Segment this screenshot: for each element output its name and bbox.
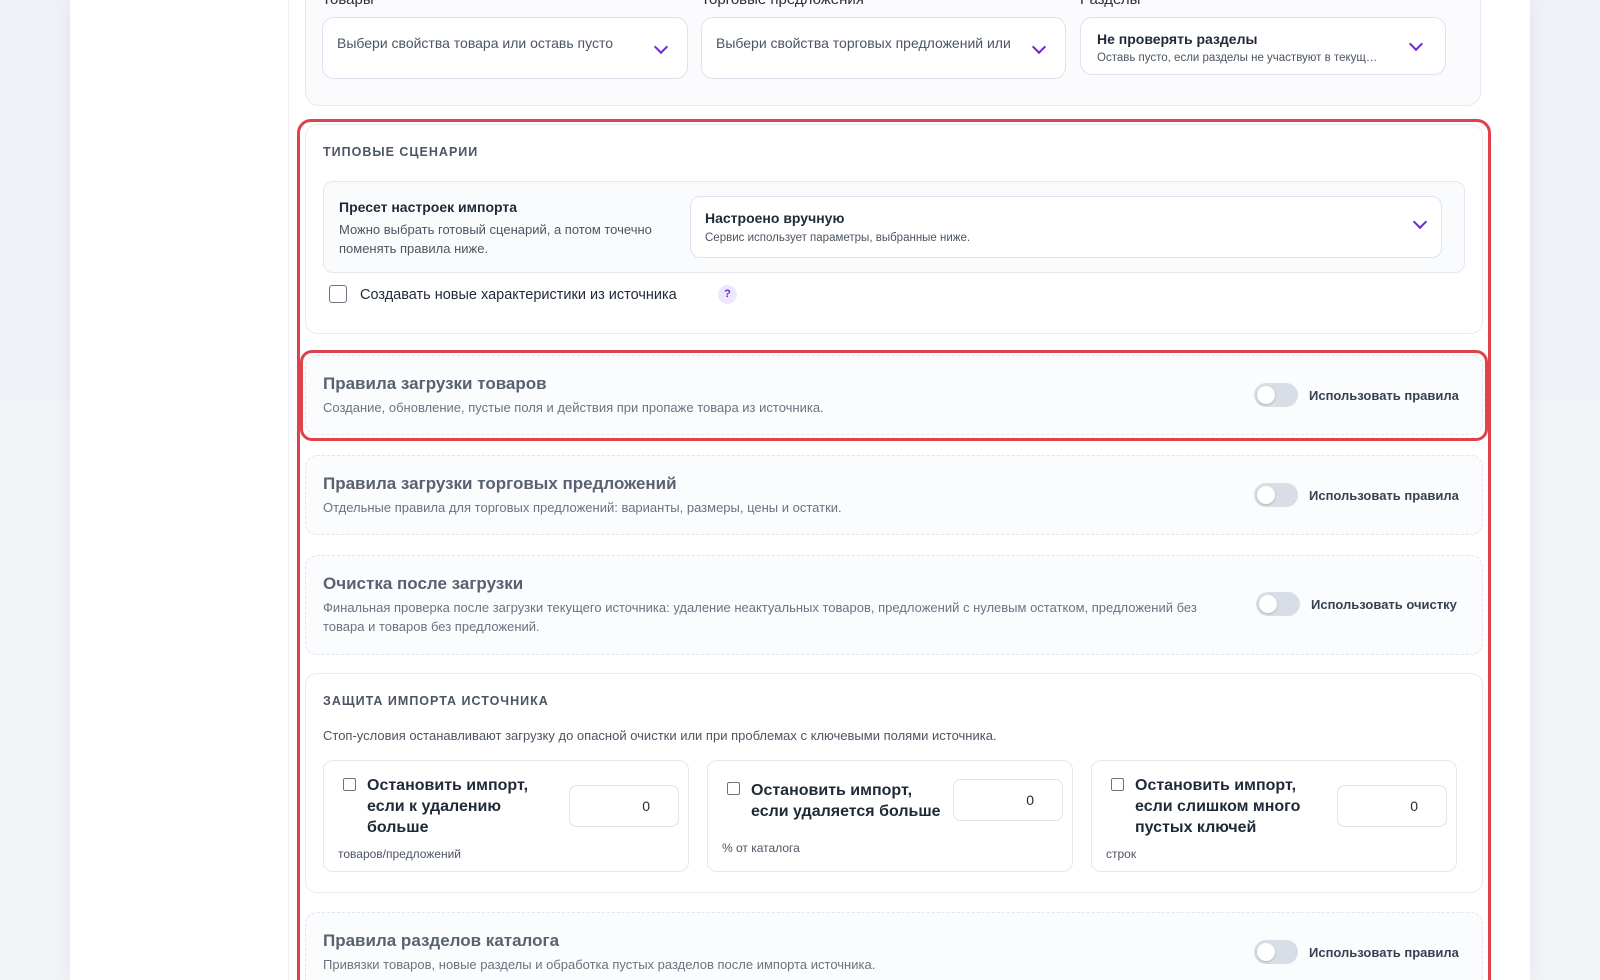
highlight-outline-outer (297, 119, 1491, 980)
offers-filter-placeholder: Выбери свойства торговых предложений или (716, 35, 1011, 51)
chevron-down-icon (1031, 39, 1047, 55)
offers-filter-select[interactable]: Выбери свойства торговых предложений или (701, 17, 1066, 79)
sections-filter-hint: Оставь пусто, если разделы не участвуют … (1097, 52, 1378, 64)
sections-filter-label: Разделы (1080, 0, 1140, 8)
highlight-outline-inner (300, 350, 1488, 441)
chevron-down-icon (1408, 36, 1424, 52)
chevron-down-icon (653, 39, 669, 55)
products-filter-placeholder: Выбери свойства товара или оставь пусто (337, 35, 613, 51)
sections-filter-value: Не проверять разделы (1097, 31, 1258, 47)
products-filter-label: Товары (322, 0, 374, 8)
sections-filter-select[interactable]: Не проверять разделы Оставь пусто, если … (1080, 17, 1446, 75)
offers-filter-label: Торговые предложения (701, 0, 864, 8)
products-filter-select[interactable]: Выбери свойства товара или оставь пусто (322, 17, 688, 79)
filters-panel: Товары Выбери свойства товара или оставь… (305, 0, 1481, 106)
